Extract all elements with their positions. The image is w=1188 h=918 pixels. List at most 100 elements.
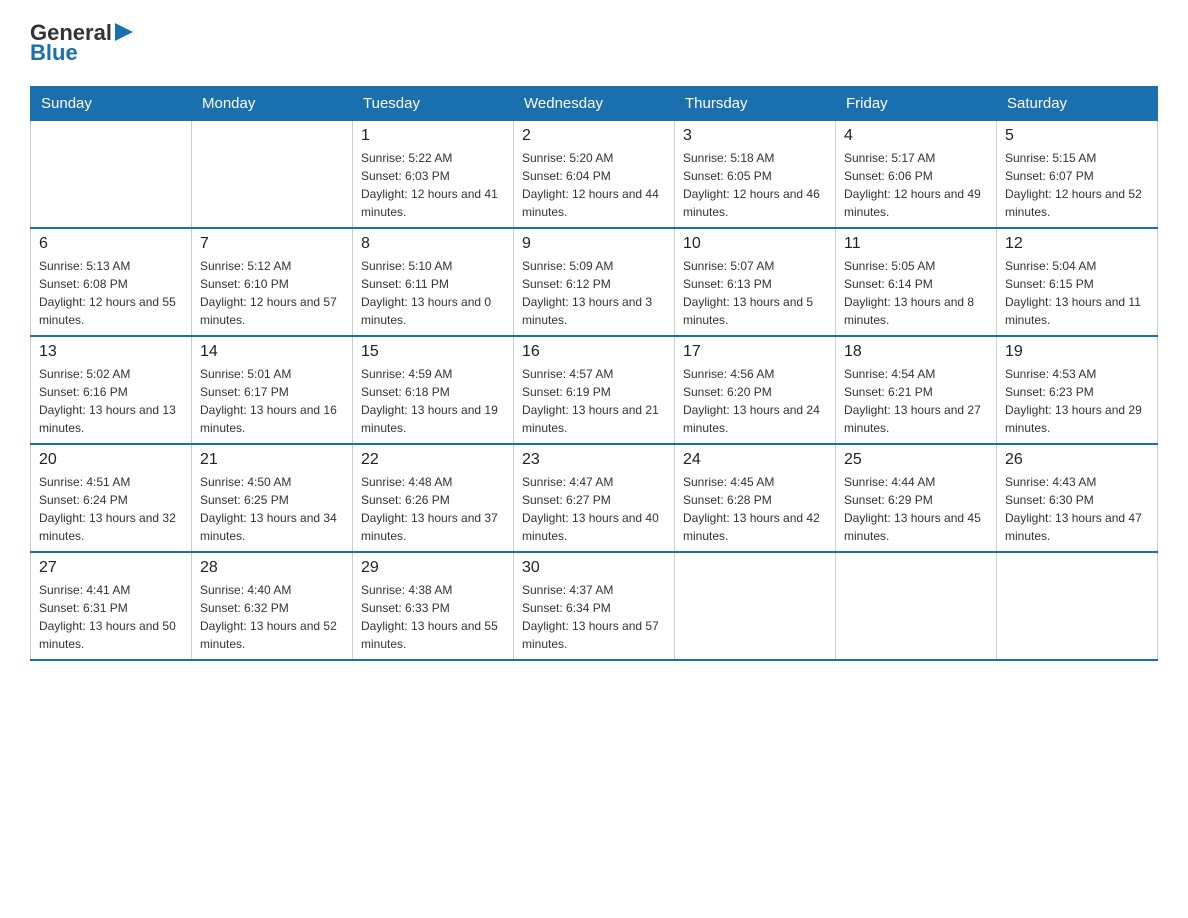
day-detail: Sunrise: 4:56 AMSunset: 6:20 PMDaylight:… bbox=[683, 365, 827, 437]
logo-arrow-icon bbox=[115, 23, 133, 41]
day-detail: Sunrise: 5:12 AMSunset: 6:10 PMDaylight:… bbox=[200, 257, 344, 329]
calendar-cell: 23 Sunrise: 4:47 AMSunset: 6:27 PMDayligh… bbox=[514, 444, 675, 552]
weekday-header-thursday: Thursday bbox=[675, 87, 836, 121]
day-number: 6 bbox=[39, 235, 183, 253]
day-detail: Sunrise: 4:57 AMSunset: 6:19 PMDaylight:… bbox=[522, 365, 666, 437]
day-detail: Sunrise: 4:44 AMSunset: 6:29 PMDaylight:… bbox=[844, 473, 988, 545]
calendar-cell: 8 Sunrise: 5:10 AMSunset: 6:11 PMDaylight… bbox=[353, 228, 514, 336]
day-number: 16 bbox=[522, 343, 666, 361]
day-detail: Sunrise: 5:02 AMSunset: 6:16 PMDaylight:… bbox=[39, 365, 183, 437]
day-number: 15 bbox=[361, 343, 505, 361]
calendar-cell bbox=[675, 552, 836, 660]
day-detail: Sunrise: 5:05 AMSunset: 6:14 PMDaylight:… bbox=[844, 257, 988, 329]
day-number: 28 bbox=[200, 559, 344, 577]
day-number: 8 bbox=[361, 235, 505, 253]
day-number: 26 bbox=[1005, 451, 1149, 469]
day-number: 14 bbox=[200, 343, 344, 361]
day-number: 4 bbox=[844, 127, 988, 145]
calendar-cell: 5 Sunrise: 5:15 AMSunset: 6:07 PMDaylight… bbox=[997, 121, 1158, 229]
calendar-cell: 20 Sunrise: 4:51 AMSunset: 6:24 PMDayligh… bbox=[31, 444, 192, 552]
calendar-cell: 6 Sunrise: 5:13 AMSunset: 6:08 PMDaylight… bbox=[31, 228, 192, 336]
calendar-cell: 18 Sunrise: 4:54 AMSunset: 6:21 PMDayligh… bbox=[836, 336, 997, 444]
calendar-cell: 19 Sunrise: 4:53 AMSunset: 6:23 PMDayligh… bbox=[997, 336, 1158, 444]
weekday-header-wednesday: Wednesday bbox=[514, 87, 675, 121]
weekday-header-saturday: Saturday bbox=[997, 87, 1158, 121]
day-number: 22 bbox=[361, 451, 505, 469]
calendar-table: SundayMondayTuesdayWednesdayThursdayFrid… bbox=[30, 86, 1158, 661]
calendar-cell bbox=[31, 121, 192, 229]
calendar-cell: 10 Sunrise: 5:07 AMSunset: 6:13 PMDayligh… bbox=[675, 228, 836, 336]
calendar-cell: 15Sunrise: 4:59 AMSunset: 6:18 PMDayligh… bbox=[353, 336, 514, 444]
day-detail: Sunrise: 4:47 AMSunset: 6:27 PMDaylight:… bbox=[522, 473, 666, 545]
calendar-cell: 1 Sunrise: 5:22 AMSunset: 6:03 PMDaylight… bbox=[353, 121, 514, 229]
day-detail: Sunrise: 5:10 AMSunset: 6:11 PMDaylight:… bbox=[361, 257, 505, 329]
calendar-week-row: 20 Sunrise: 4:51 AMSunset: 6:24 PMDayligh… bbox=[31, 444, 1158, 552]
day-number: 12 bbox=[1005, 235, 1149, 253]
day-detail: Sunrise: 4:53 AMSunset: 6:23 PMDaylight:… bbox=[1005, 365, 1149, 437]
calendar-cell: 21Sunrise: 4:50 AMSunset: 6:25 PMDayligh… bbox=[192, 444, 353, 552]
day-detail: Sunrise: 5:13 AMSunset: 6:08 PMDaylight:… bbox=[39, 257, 183, 329]
day-detail: Sunrise: 4:50 AMSunset: 6:25 PMDaylight:… bbox=[200, 473, 344, 545]
calendar-cell: 27 Sunrise: 4:41 AMSunset: 6:31 PMDayligh… bbox=[31, 552, 192, 660]
day-number: 25 bbox=[844, 451, 988, 469]
day-number: 18 bbox=[844, 343, 988, 361]
calendar-cell: 14 Sunrise: 5:01 AMSunset: 6:17 PMDayligh… bbox=[192, 336, 353, 444]
day-number: 11 bbox=[844, 235, 988, 253]
day-number: 5 bbox=[1005, 127, 1149, 145]
calendar-cell: 22 Sunrise: 4:48 AMSunset: 6:26 PMDayligh… bbox=[353, 444, 514, 552]
calendar-cell bbox=[836, 552, 997, 660]
day-detail: Sunrise: 4:37 AMSunset: 6:34 PMDaylight:… bbox=[522, 581, 666, 653]
day-number: 13 bbox=[39, 343, 183, 361]
day-number: 7 bbox=[200, 235, 344, 253]
weekday-header-sunday: Sunday bbox=[31, 87, 192, 121]
logo: General Blue bbox=[30, 20, 133, 66]
calendar-cell: 30Sunrise: 4:37 AMSunset: 6:34 PMDayligh… bbox=[514, 552, 675, 660]
calendar-cell: 17 Sunrise: 4:56 AMSunset: 6:20 PMDayligh… bbox=[675, 336, 836, 444]
calendar-week-row: 13 Sunrise: 5:02 AMSunset: 6:16 PMDayligh… bbox=[31, 336, 1158, 444]
day-detail: Sunrise: 5:15 AMSunset: 6:07 PMDaylight:… bbox=[1005, 149, 1149, 221]
day-number: 10 bbox=[683, 235, 827, 253]
day-detail: Sunrise: 4:54 AMSunset: 6:21 PMDaylight:… bbox=[844, 365, 988, 437]
day-detail: Sunrise: 4:43 AMSunset: 6:30 PMDaylight:… bbox=[1005, 473, 1149, 545]
day-detail: Sunrise: 5:09 AMSunset: 6:12 PMDaylight:… bbox=[522, 257, 666, 329]
day-number: 3 bbox=[683, 127, 827, 145]
calendar-cell: 12 Sunrise: 5:04 AMSunset: 6:15 PMDayligh… bbox=[997, 228, 1158, 336]
day-detail: Sunrise: 5:01 AMSunset: 6:17 PMDaylight:… bbox=[200, 365, 344, 437]
day-detail: Sunrise: 4:45 AMSunset: 6:28 PMDaylight:… bbox=[683, 473, 827, 545]
day-number: 20 bbox=[39, 451, 183, 469]
day-detail: Sunrise: 4:48 AMSunset: 6:26 PMDaylight:… bbox=[361, 473, 505, 545]
page-header: General Blue bbox=[30, 20, 1158, 66]
logo-blue: Blue bbox=[30, 40, 133, 66]
day-number: 29 bbox=[361, 559, 505, 577]
calendar-cell: 16 Sunrise: 4:57 AMSunset: 6:19 PMDayligh… bbox=[514, 336, 675, 444]
calendar-cell: 4 Sunrise: 5:17 AMSunset: 6:06 PMDaylight… bbox=[836, 121, 997, 229]
day-number: 24 bbox=[683, 451, 827, 469]
day-detail: Sunrise: 5:07 AMSunset: 6:13 PMDaylight:… bbox=[683, 257, 827, 329]
weekday-header-friday: Friday bbox=[836, 87, 997, 121]
day-detail: Sunrise: 5:22 AMSunset: 6:03 PMDaylight:… bbox=[361, 149, 505, 221]
day-detail: Sunrise: 5:04 AMSunset: 6:15 PMDaylight:… bbox=[1005, 257, 1149, 329]
weekday-header-monday: Monday bbox=[192, 87, 353, 121]
day-number: 2 bbox=[522, 127, 666, 145]
day-detail: Sunrise: 5:17 AMSunset: 6:06 PMDaylight:… bbox=[844, 149, 988, 221]
calendar-cell: 24 Sunrise: 4:45 AMSunset: 6:28 PMDayligh… bbox=[675, 444, 836, 552]
calendar-cell: 25 Sunrise: 4:44 AMSunset: 6:29 PMDayligh… bbox=[836, 444, 997, 552]
day-detail: Sunrise: 5:20 AMSunset: 6:04 PMDaylight:… bbox=[522, 149, 666, 221]
calendar-cell: 9 Sunrise: 5:09 AMSunset: 6:12 PMDaylight… bbox=[514, 228, 675, 336]
calendar-cell: 13 Sunrise: 5:02 AMSunset: 6:16 PMDayligh… bbox=[31, 336, 192, 444]
day-number: 23 bbox=[522, 451, 666, 469]
day-detail: Sunrise: 4:40 AMSunset: 6:32 PMDaylight:… bbox=[200, 581, 344, 653]
calendar-cell: 3Sunrise: 5:18 AMSunset: 6:05 PMDaylight… bbox=[675, 121, 836, 229]
day-detail: Sunrise: 4:51 AMSunset: 6:24 PMDaylight:… bbox=[39, 473, 183, 545]
calendar-cell: 2 Sunrise: 5:20 AMSunset: 6:04 PMDaylight… bbox=[514, 121, 675, 229]
day-number: 17 bbox=[683, 343, 827, 361]
day-number: 27 bbox=[39, 559, 183, 577]
day-number: 9 bbox=[522, 235, 666, 253]
day-number: 1 bbox=[361, 127, 505, 145]
weekday-header-tuesday: Tuesday bbox=[353, 87, 514, 121]
day-detail: Sunrise: 4:38 AMSunset: 6:33 PMDaylight:… bbox=[361, 581, 505, 653]
calendar-cell bbox=[192, 121, 353, 229]
calendar-cell: 29 Sunrise: 4:38 AMSunset: 6:33 PMDayligh… bbox=[353, 552, 514, 660]
day-number: 19 bbox=[1005, 343, 1149, 361]
day-detail: Sunrise: 4:41 AMSunset: 6:31 PMDaylight:… bbox=[39, 581, 183, 653]
